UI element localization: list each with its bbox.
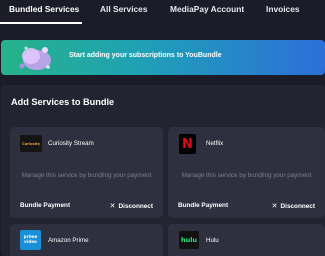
service-card-netflix: N Netflix Manage this service by bundlin… <box>168 127 325 218</box>
service-name: Amazon Prime <box>48 237 89 244</box>
service-name: Netflix <box>206 140 224 147</box>
service-card-curiosity-stream: Curiosity Curiosity Stream Manage this s… <box>10 127 163 218</box>
tab-mediapay-account[interactable]: MediaPay Account <box>170 4 244 14</box>
disconnect-button[interactable]: ✕ Disconnect <box>271 202 315 211</box>
close-icon: ✕ <box>109 203 116 210</box>
service-description: Manage this service by bundling your pay… <box>21 172 152 179</box>
page: Bundled Services All Services MediaPay A… <box>0 0 325 256</box>
close-icon: ✕ <box>271 203 278 210</box>
prime-video-logo-icon: prime video <box>20 230 41 250</box>
service-description: Manage this service by bundling your pay… <box>181 172 312 179</box>
service-card-hulu: hulu Hulu <box>168 224 325 256</box>
bundle-payment-button[interactable]: Bundle Payment <box>178 202 228 209</box>
disconnect-label: Disconnect <box>280 202 315 210</box>
hulu-logo-icon: hulu <box>179 231 199 249</box>
netflix-logo-icon: N <box>179 134 196 154</box>
service-card-amazon-prime: prime video Amazon Prime <box>10 224 163 256</box>
tab-bundled-services[interactable]: Bundled Services <box>9 4 79 14</box>
bundle-payment-button[interactable]: Bundle Payment <box>20 202 70 209</box>
tab-all-services[interactable]: All Services <box>100 4 148 14</box>
service-name: Curiosity Stream <box>48 140 94 147</box>
service-name: Hulu <box>206 237 219 244</box>
disconnect-label: Disconnect <box>118 202 153 210</box>
disconnect-button[interactable]: ✕ Disconnect <box>109 202 153 211</box>
curiosity-stream-logo-icon: Curiosity <box>20 135 42 152</box>
active-tab-indicator <box>0 22 82 24</box>
tab-bar: Bundled Services All Services MediaPay A… <box>0 0 325 24</box>
banner-text: Start adding your subscriptions to YouBu… <box>69 52 222 59</box>
section-title: Add Services to Bundle <box>11 97 115 107</box>
abstract-blob-illustration-icon <box>19 46 51 70</box>
promo-banner[interactable]: Start adding your subscriptions to YouBu… <box>1 40 325 75</box>
tab-invoices[interactable]: Invoices <box>266 4 300 14</box>
